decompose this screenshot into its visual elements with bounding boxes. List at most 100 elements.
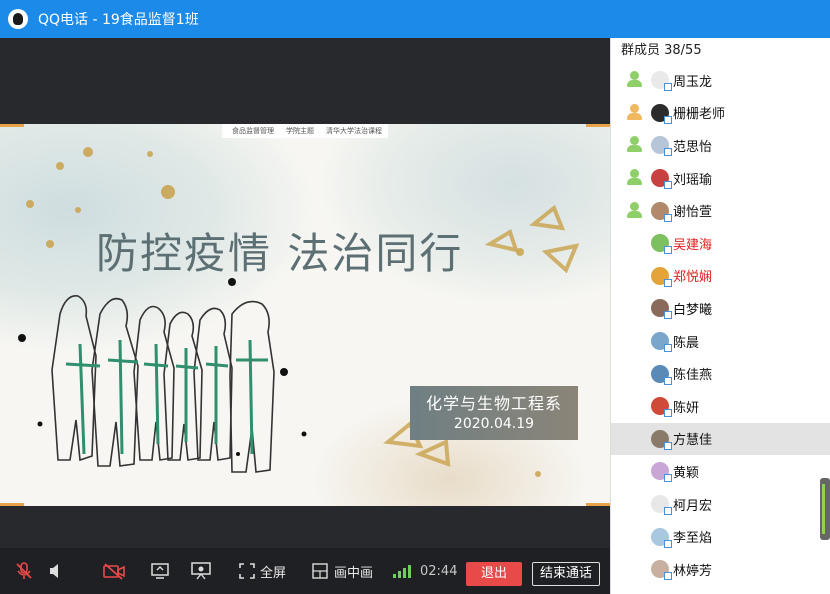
mic-placeholder: [625, 267, 645, 285]
avatar: [651, 299, 672, 320]
avatar: [651, 462, 672, 483]
mic-muted-icon: [16, 562, 32, 579]
device-badge-icon: [664, 246, 672, 255]
avatar: [651, 560, 672, 581]
member-row[interactable]: 李至焰: [611, 520, 830, 553]
member-name: 白梦曦: [673, 302, 713, 318]
device-badge-icon: [664, 278, 672, 287]
device-badge-icon: [664, 539, 672, 548]
fullscreen-button[interactable]: 全屏: [238, 548, 286, 594]
mic-placeholder: [625, 299, 645, 317]
members-count-label: 群成员 38/55: [621, 43, 702, 58]
device-badge-icon: [664, 507, 672, 516]
share-screen-button[interactable]: [150, 548, 170, 594]
mute-mic-button[interactable]: [14, 548, 34, 594]
avatar: [651, 332, 672, 353]
camera-off-icon: [103, 563, 125, 580]
avatar: [651, 136, 672, 157]
member-name: 郑悦娴: [673, 270, 713, 286]
call-timer: 02:44: [420, 563, 458, 579]
member-row[interactable]: 方慧佳: [611, 422, 830, 456]
mic-placeholder: [625, 234, 645, 252]
avatar: [651, 364, 672, 385]
avatar: [651, 103, 672, 124]
mic-placeholder: [625, 528, 645, 546]
device-badge-icon: [664, 213, 672, 222]
member-row[interactable]: 吴建海: [611, 227, 830, 260]
mic-placeholder: [625, 365, 645, 383]
member-row[interactable]: 谢怡萱: [611, 194, 830, 227]
avatar: [651, 527, 672, 548]
member-row[interactable]: 陈佳燕: [611, 357, 830, 390]
device-badge-icon: [664, 344, 672, 353]
call-toolbar: 全屏 画中画 02:44 退出 结束通话: [0, 548, 610, 594]
member-row[interactable]: 林婷芳: [611, 553, 830, 586]
member-row[interactable]: 白梦曦: [611, 292, 830, 325]
member-sidebar: 群成员 38/55 周玉龙栅栅老师范思怡刘瑶瑜谢怡萱吴建海郑悦娴白梦曦陈晨 陈佳燕…: [610, 38, 830, 594]
member-row[interactable]: 陈妍: [611, 390, 830, 423]
mic-placeholder: [625, 430, 645, 448]
member-row[interactable]: 柯月宏: [611, 488, 830, 521]
fullscreen-label: 全屏: [260, 565, 287, 581]
scrollbar-thumb[interactable]: [820, 478, 830, 540]
exit-button[interactable]: 退出: [466, 562, 522, 586]
speaker-icon: [50, 564, 58, 578]
speaking-user-icon: [625, 201, 645, 220]
member-name: 范思怡: [673, 139, 713, 155]
mic-placeholder: [625, 462, 645, 480]
member-row[interactable]: 刘瑶瑜: [611, 162, 830, 195]
member-name: 柯月宏: [673, 498, 713, 514]
presenter-icon: [191, 562, 211, 580]
signal-icon: [393, 565, 411, 578]
video-area[interactable]: 食品监督管理 学院主题 清华大学法治课程 防控疫情 法治同行 化学与生物工程系 …: [0, 38, 610, 548]
camera-button[interactable]: [102, 548, 126, 594]
device-badge-icon: [664, 115, 672, 124]
member-name: 李至焰: [673, 531, 713, 547]
speaking-user-icon: [625, 103, 645, 122]
member-row[interactable]: 陈晨: [611, 325, 830, 358]
fullscreen-icon: [239, 563, 255, 579]
speaking-user-icon: [625, 169, 645, 187]
avatar: [651, 397, 672, 418]
member-name: 方慧佳: [673, 433, 713, 449]
member-row[interactable]: 周玉龙: [611, 64, 830, 97]
avatar: [651, 429, 672, 450]
pip-button[interactable]: 画中画: [312, 548, 373, 594]
member-name: 栅栅老师: [673, 107, 726, 123]
share-screen-icon: [151, 563, 169, 579]
speaking-user-icon: [625, 71, 645, 89]
picture-in-picture-icon: [312, 563, 328, 579]
presentation-button[interactable]: [190, 548, 212, 594]
avatar: [651, 495, 672, 516]
speaker-button[interactable]: [46, 548, 66, 594]
member-row[interactable]: 黄颖: [611, 455, 830, 488]
member-name: 黄颖: [673, 465, 700, 481]
member-name: 谢怡萱: [673, 205, 713, 221]
pip-label: 画中画: [334, 565, 374, 581]
device-badge-icon: [664, 148, 672, 157]
member-name: 周玉龙: [673, 74, 713, 90]
signal-strength: 02:44: [392, 548, 457, 594]
slide-headline: 防控疫情 法治同行: [96, 229, 464, 278]
member-name: 吴建海: [673, 237, 713, 253]
device-badge-icon: [664, 311, 672, 320]
member-name: 刘瑶瑜: [673, 172, 713, 188]
member-row[interactable]: 郑悦娴: [611, 260, 830, 293]
member-name: 林婷芳: [673, 563, 713, 579]
member-name: 陈妍: [673, 400, 700, 416]
title-bar: QQ电话 - 19食品监督1班: [0, 0, 830, 38]
avatar: [651, 201, 672, 222]
member-row[interactable]: 栅栅老师: [611, 97, 830, 130]
member-row[interactable]: 范思怡: [611, 129, 830, 162]
member-list: 周玉龙栅栅老师范思怡刘瑶瑜谢怡萱吴建海郑悦娴白梦曦陈晨 陈佳燕陈妍方慧佳黄颖柯月宏…: [611, 64, 830, 586]
end-call-button[interactable]: 结束通话: [532, 562, 600, 586]
device-badge-icon: [664, 376, 672, 385]
device-badge-icon: [664, 409, 672, 418]
avatar: [651, 266, 672, 287]
shared-slide: 食品监督管理 学院主题 清华大学法治课程 防控疫情 法治同行 化学与生物工程系 …: [0, 124, 610, 506]
device-badge-icon: [664, 572, 672, 581]
avatar: [651, 169, 672, 190]
device-badge-icon: [664, 441, 672, 450]
window-title: QQ电话 - 19食品监督1班: [38, 12, 199, 28]
speaking-user-icon: [625, 136, 645, 154]
